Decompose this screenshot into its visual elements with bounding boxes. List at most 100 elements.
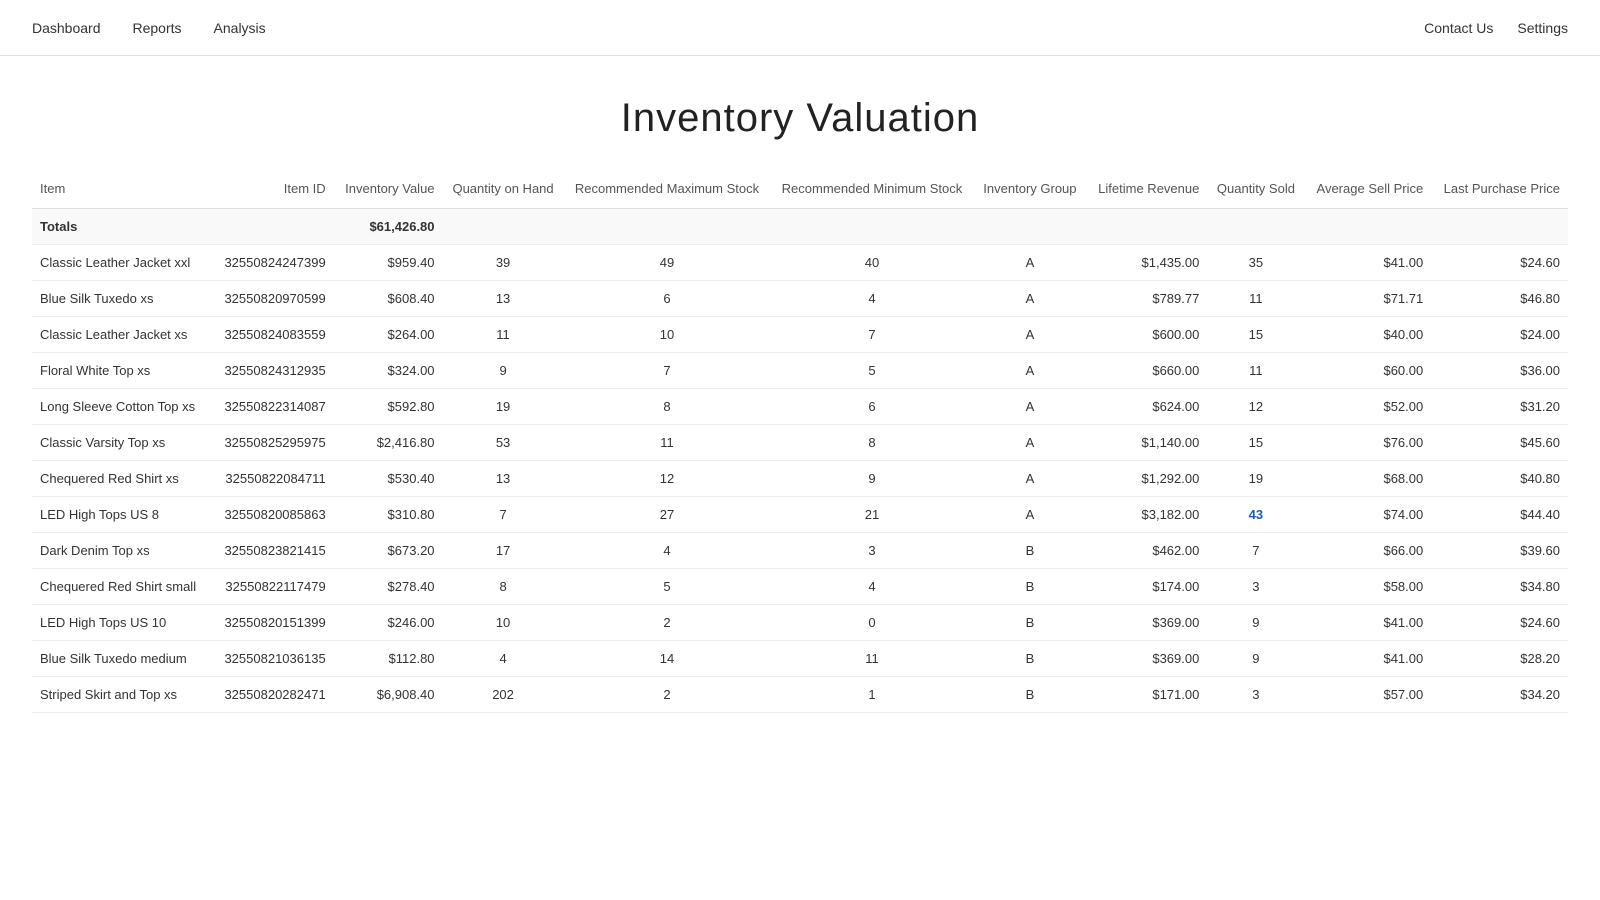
cell-invval: $608.40 [334, 281, 443, 317]
cell-itemid: 32550821036135 [210, 641, 334, 677]
cell-qoh: 19 [443, 389, 564, 425]
table-row: Blue Silk Tuxedo medium 32550821036135 $… [32, 641, 1568, 677]
cell-qs: 19 [1207, 461, 1304, 497]
cell-qoh: 10 [443, 605, 564, 641]
table-row: Classic Varsity Top xs 32550825295975 $2… [32, 425, 1568, 461]
cell-item: Blue Silk Tuxedo xs [32, 281, 210, 317]
nav-settings[interactable]: Settings [1517, 16, 1568, 40]
cell-itemid: 32550823821415 [210, 533, 334, 569]
col-header-item: Item [32, 173, 210, 209]
nav-contact-us[interactable]: Contact Us [1424, 16, 1493, 40]
cell-asp: $76.00 [1304, 425, 1431, 461]
cell-item: LED High Tops US 8 [32, 497, 210, 533]
cell-ig: B [974, 533, 1087, 569]
cell-itemid: 32550822117479 [210, 569, 334, 605]
cell-rmin: 40 [770, 245, 973, 281]
cell-lpp: $44.40 [1431, 497, 1568, 533]
cell-lpp: $45.60 [1431, 425, 1568, 461]
cell-rmax: 2 [564, 677, 771, 713]
col-header-lpp: Last Purchase Price [1431, 173, 1568, 209]
cell-item: Blue Silk Tuxedo medium [32, 641, 210, 677]
cell-lpp: $36.00 [1431, 353, 1568, 389]
cell-invval: $959.40 [334, 245, 443, 281]
col-header-itemid: Item ID [210, 173, 334, 209]
cell-ig: A [974, 317, 1087, 353]
cell-invval: $310.80 [334, 497, 443, 533]
table-row: Striped Skirt and Top xs 32550820282471 … [32, 677, 1568, 713]
totals-itemid [210, 209, 334, 245]
cell-itemid: 32550822314087 [210, 389, 334, 425]
cell-item: Classic Leather Jacket xxl [32, 245, 210, 281]
cell-rmax: 14 [564, 641, 771, 677]
nav-dashboard[interactable]: Dashboard [32, 16, 101, 40]
cell-asp: $68.00 [1304, 461, 1431, 497]
page-title: Inventory Valuation [0, 96, 1600, 141]
cell-rmax: 10 [564, 317, 771, 353]
cell-rmin: 0 [770, 605, 973, 641]
col-header-asp: Average Sell Price [1304, 173, 1431, 209]
cell-qoh: 4 [443, 641, 564, 677]
cell-itemid: 32550820282471 [210, 677, 334, 713]
cell-qoh: 7 [443, 497, 564, 533]
cell-asp: $41.00 [1304, 245, 1431, 281]
table-row: Dark Denim Top xs 32550823821415 $673.20… [32, 533, 1568, 569]
cell-lr: $600.00 [1086, 317, 1207, 353]
cell-ig: A [974, 389, 1087, 425]
cell-invval: $246.00 [334, 605, 443, 641]
cell-qoh: 9 [443, 353, 564, 389]
cell-rmax: 6 [564, 281, 771, 317]
cell-asp: $40.00 [1304, 317, 1431, 353]
cell-qs: 9 [1207, 641, 1304, 677]
totals-invval: $61,426.80 [334, 209, 443, 245]
cell-item: Striped Skirt and Top xs [32, 677, 210, 713]
cell-lr: $660.00 [1086, 353, 1207, 389]
cell-item: Chequered Red Shirt xs [32, 461, 210, 497]
cell-rmax: 5 [564, 569, 771, 605]
cell-rmin: 1 [770, 677, 973, 713]
col-header-qs: Quantity Sold [1207, 173, 1304, 209]
cell-qs: 15 [1207, 425, 1304, 461]
cell-rmax: 27 [564, 497, 771, 533]
cell-qs: 11 [1207, 353, 1304, 389]
cell-rmax: 2 [564, 605, 771, 641]
cell-qs: 35 [1207, 245, 1304, 281]
cell-invval: $592.80 [334, 389, 443, 425]
cell-itemid: 32550825295975 [210, 425, 334, 461]
col-header-rmin: Recommended Minimum Stock [770, 173, 973, 209]
cell-lpp: $24.60 [1431, 605, 1568, 641]
cell-rmax: 8 [564, 389, 771, 425]
nav-analysis[interactable]: Analysis [214, 16, 266, 40]
cell-lpp: $24.60 [1431, 245, 1568, 281]
cell-qs: 11 [1207, 281, 1304, 317]
cell-rmin: 4 [770, 569, 973, 605]
cell-asp: $52.00 [1304, 389, 1431, 425]
cell-lr: $1,435.00 [1086, 245, 1207, 281]
cell-item: Long Sleeve Cotton Top xs [32, 389, 210, 425]
cell-rmax: 12 [564, 461, 771, 497]
cell-rmin: 3 [770, 533, 973, 569]
cell-invval: $264.00 [334, 317, 443, 353]
cell-rmin: 8 [770, 425, 973, 461]
cell-lr: $369.00 [1086, 641, 1207, 677]
cell-lpp: $40.80 [1431, 461, 1568, 497]
cell-qs: 9 [1207, 605, 1304, 641]
table-row: Long Sleeve Cotton Top xs 32550822314087… [32, 389, 1568, 425]
totals-row: Totals $61,426.80 [32, 209, 1568, 245]
table-row: Classic Leather Jacket xs 32550824083559… [32, 317, 1568, 353]
cell-lpp: $34.80 [1431, 569, 1568, 605]
nav-reports[interactable]: Reports [133, 16, 182, 40]
cell-qoh: 13 [443, 461, 564, 497]
cell-ig: A [974, 245, 1087, 281]
cell-lpp: $34.20 [1431, 677, 1568, 713]
table-row: Floral White Top xs 32550824312935 $324.… [32, 353, 1568, 389]
cell-lr: $369.00 [1086, 605, 1207, 641]
cell-ig: A [974, 281, 1087, 317]
cell-lr: $624.00 [1086, 389, 1207, 425]
cell-itemid: 32550824083559 [210, 317, 334, 353]
cell-asp: $71.71 [1304, 281, 1431, 317]
cell-qoh: 13 [443, 281, 564, 317]
cell-item: Floral White Top xs [32, 353, 210, 389]
cell-rmax: 11 [564, 425, 771, 461]
table-row: Chequered Red Shirt xs 32550822084711 $5… [32, 461, 1568, 497]
cell-qoh: 53 [443, 425, 564, 461]
